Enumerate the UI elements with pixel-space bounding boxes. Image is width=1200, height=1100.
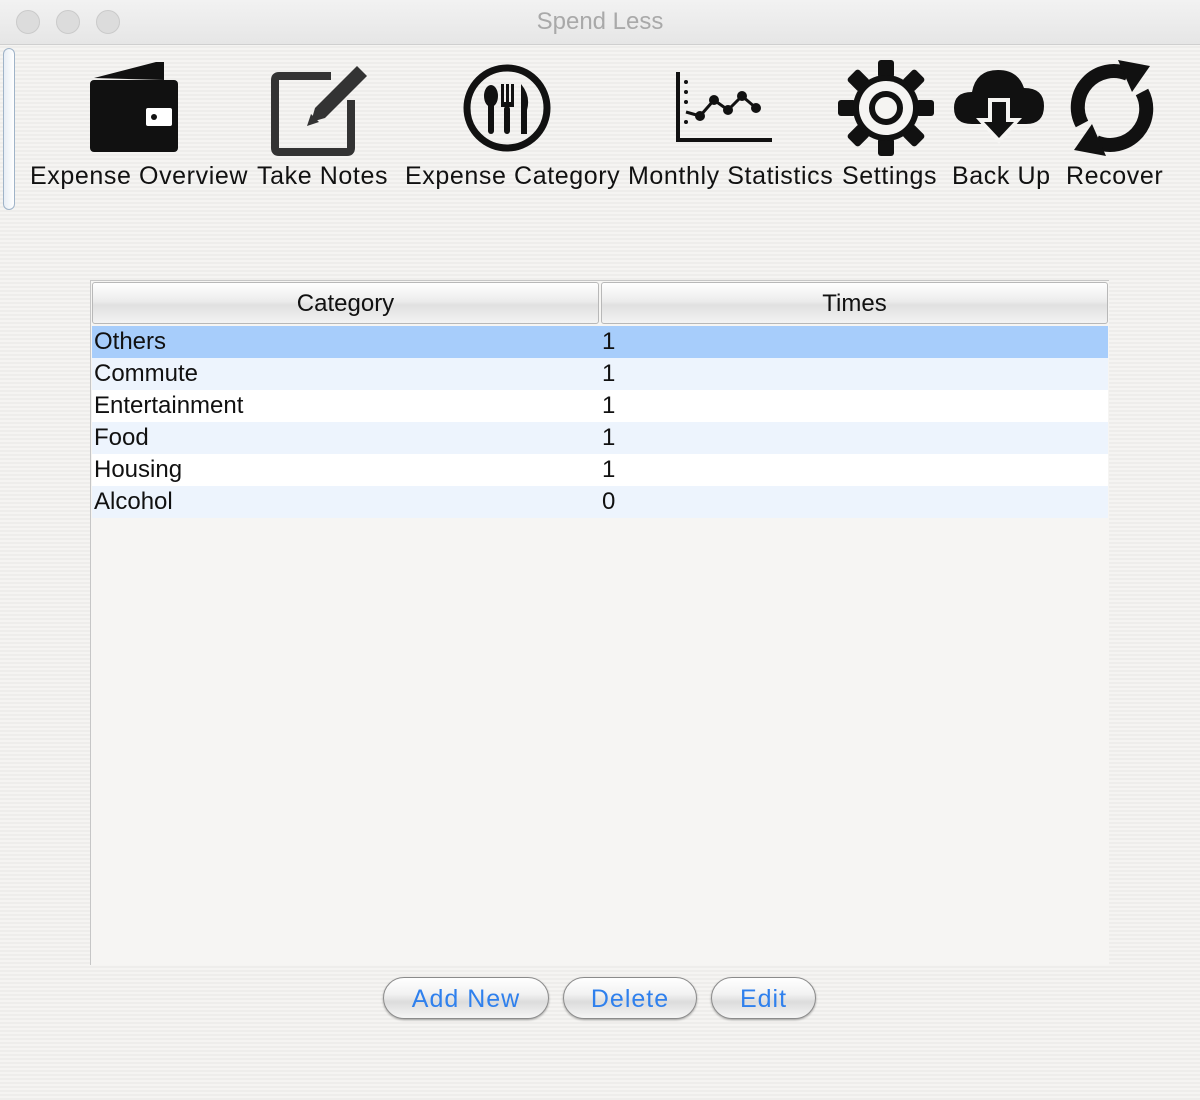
toolbar-back-up-button[interactable]: Back Up (950, 50, 1050, 210)
toolbar-label: Settings (842, 162, 938, 190)
toolbar-recover-button[interactable]: Recover (1062, 50, 1164, 210)
title-bar: Spend Less (0, 0, 1200, 45)
toolbar: Expense Overview Take Notes Expense Cate… (0, 50, 1200, 210)
table-row[interactable]: Alcohol 0 (92, 486, 1108, 518)
toolbar-settings-button[interactable]: Settings (838, 50, 938, 210)
toolbar-label: Take Notes (257, 162, 389, 190)
category-cell: Others (94, 328, 167, 355)
toolbar-label: Monthly Statistics (628, 162, 834, 190)
table-row[interactable]: Housing 1 (92, 454, 1108, 486)
table-row[interactable]: Food 1 (92, 422, 1108, 454)
action-buttons: Add New Delete Edit (0, 977, 1200, 1021)
category-cell: Housing (94, 456, 183, 483)
table-row[interactable]: Others 1 (92, 326, 1108, 358)
gear-icon (836, 58, 936, 163)
wallet-icon (88, 58, 180, 159)
delete-button[interactable]: Delete (563, 977, 697, 1019)
category-cell: Commute (94, 360, 199, 387)
table-body: Others 1 Commute 1 Entertainment 1 Food … (92, 326, 1108, 518)
toolbar-take-notes-button[interactable]: Take Notes (255, 50, 390, 210)
add-new-button[interactable]: Add New (383, 977, 549, 1019)
times-cell: 0 (602, 488, 616, 515)
category-cell: Food (94, 424, 149, 451)
edit-button[interactable]: Edit (711, 977, 816, 1019)
table-header: Category Times (92, 282, 1108, 326)
times-cell: 1 (602, 328, 616, 355)
category-cell: Entertainment (94, 392, 244, 419)
toolbar-label: Back Up (952, 162, 1051, 190)
dining-cutlery-icon (461, 62, 553, 159)
category-cell: Alcohol (94, 488, 173, 515)
toolbar-label: Expense Overview (30, 162, 249, 190)
window-title: Spend Less (536, 8, 664, 35)
column-header-times[interactable]: Times (601, 282, 1108, 324)
table-row[interactable]: Entertainment 1 (92, 390, 1108, 422)
table-row[interactable]: Commute 1 (92, 358, 1108, 390)
times-cell: 1 (602, 424, 616, 451)
times-cell: 1 (602, 392, 616, 419)
toolbar-expense-overview-button[interactable]: Expense Overview (30, 50, 249, 210)
notes-edit-icon (271, 60, 371, 161)
toolbar-label: Recover (1066, 162, 1164, 190)
times-cell: 1 (602, 456, 616, 483)
line-chart-icon (674, 70, 774, 149)
category-table: Category Times Others 1 Commute 1 Entert… (90, 280, 1109, 965)
times-cell: 1 (602, 360, 616, 387)
cloud-download-icon (952, 62, 1046, 155)
refresh-icon (1062, 58, 1162, 163)
toolbar-monthly-statistics-button[interactable]: Monthly Statistics (628, 50, 833, 210)
column-header-category[interactable]: Category (92, 282, 599, 324)
app-window: Spend Less Expense Overview Take Notes E… (0, 0, 1200, 1100)
toolbar-expense-category-button[interactable]: Expense Category (403, 50, 621, 210)
toolbar-label: Expense Category (405, 162, 621, 190)
